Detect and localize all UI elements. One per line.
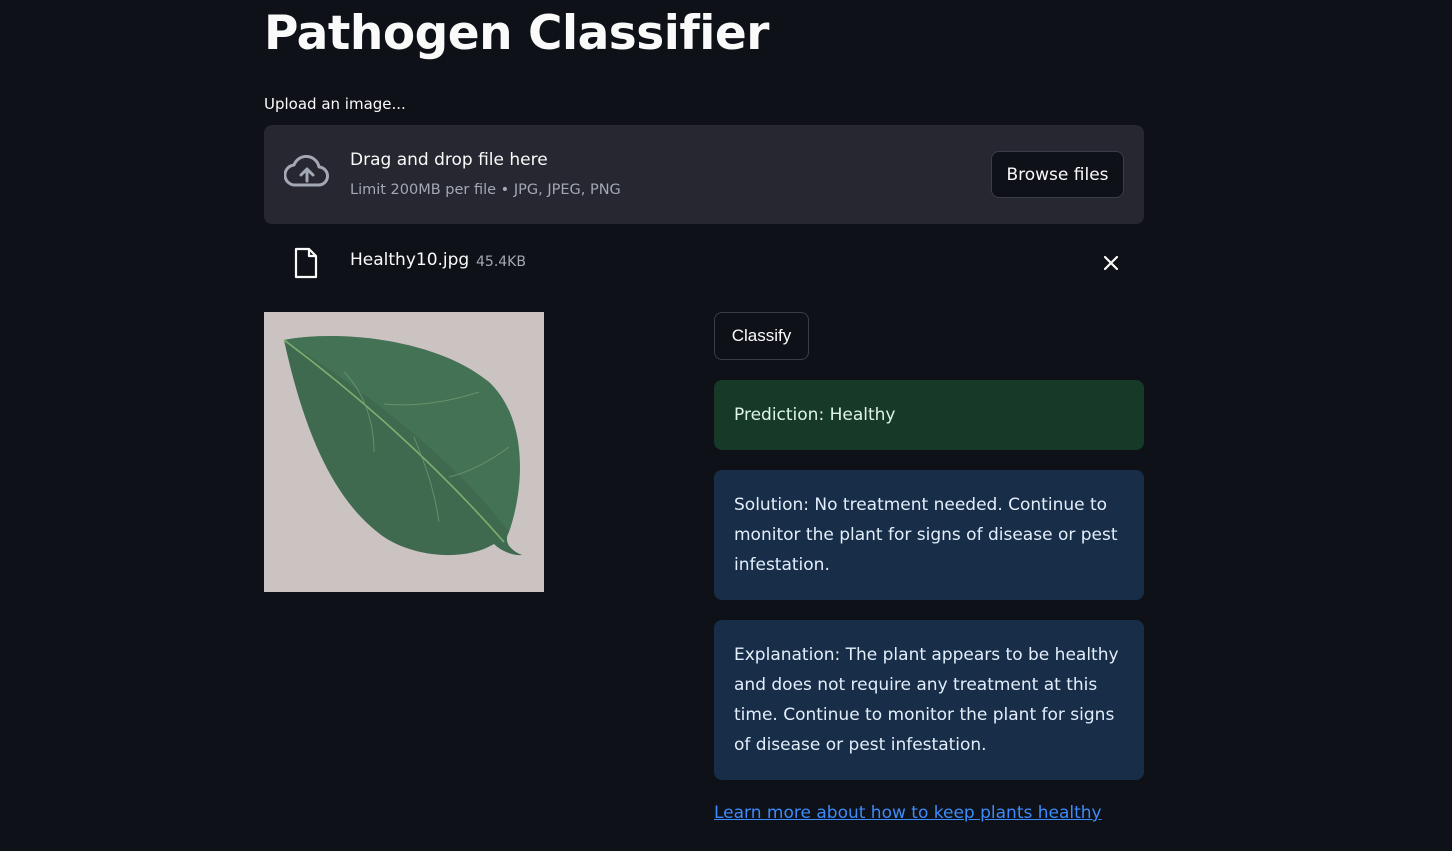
- prediction-alert: Prediction: Healthy: [714, 380, 1144, 450]
- prediction-text: Prediction: Healthy: [734, 405, 896, 425]
- uploaded-leaf-image: [264, 312, 544, 592]
- solution-alert: Solution: No treatment needed. Continue …: [714, 470, 1144, 600]
- cloud-upload-icon: [284, 155, 329, 187]
- learn-more-link[interactable]: Learn more about how to keep plants heal…: [714, 803, 1102, 823]
- file-size: 45.4KB: [476, 254, 526, 270]
- file-icon: [294, 247, 318, 279]
- uploaded-file-row: Healthy10.jpg 45.4KB: [264, 240, 1144, 286]
- explanation-alert: Explanation: The plant appears to be hea…: [714, 620, 1144, 780]
- file-name: Healthy10.jpg: [350, 250, 470, 270]
- upload-label: Upload an image...: [264, 95, 406, 113]
- file-dropzone[interactable]: Drag and drop file here Limit 200MB per …: [264, 125, 1144, 224]
- dropzone-title: Drag and drop file here: [350, 150, 548, 170]
- dropzone-limits: Limit 200MB per file • JPG, JPEG, PNG: [350, 182, 621, 198]
- leaf-graphic: [264, 312, 544, 592]
- solution-text: Solution: No treatment needed. Continue …: [734, 495, 1118, 575]
- close-icon[interactable]: [1102, 254, 1120, 272]
- explanation-text: Explanation: The plant appears to be hea…: [734, 645, 1119, 755]
- classify-button[interactable]: Classify: [714, 312, 809, 360]
- browse-files-button[interactable]: Browse files: [991, 151, 1124, 198]
- page-title: Pathogen Classifier: [264, 6, 769, 61]
